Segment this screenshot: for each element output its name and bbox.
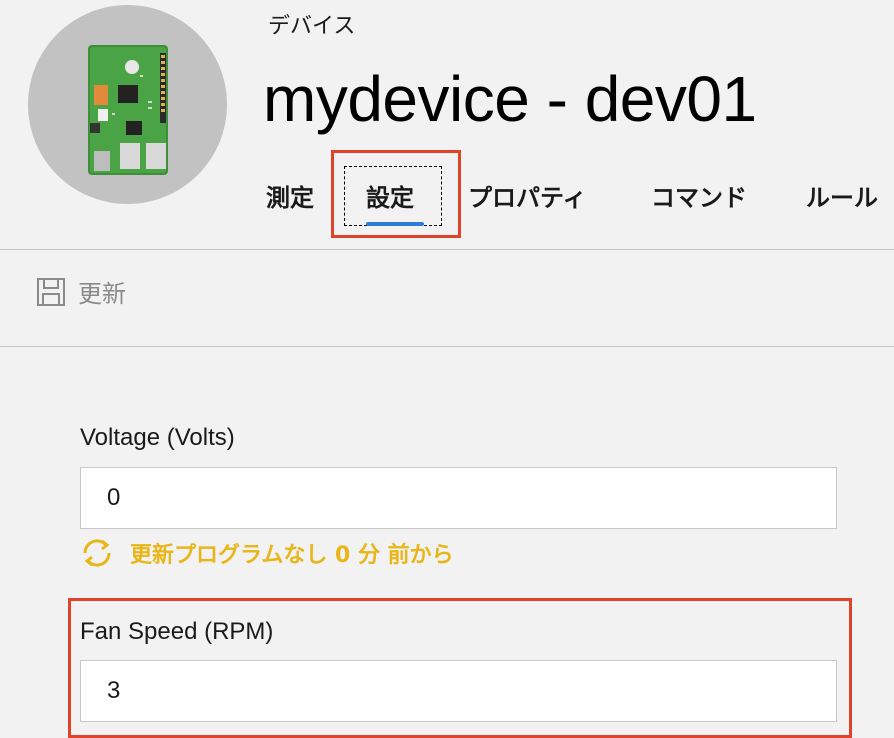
update-button[interactable]: 更新	[36, 274, 126, 309]
tab-rules[interactable]: ルール	[806, 178, 878, 218]
tab-properties[interactable]: プロパティ	[468, 178, 587, 218]
tab-measurements[interactable]: 測定	[266, 178, 314, 218]
header-divider	[0, 249, 894, 250]
tab-highlight-box	[331, 150, 461, 238]
device-avatar	[28, 5, 227, 204]
sync-status-text: 更新プログラムなし 0 分 前から	[130, 543, 454, 568]
sync-status: 更新プログラムなし 0 分 前から	[80, 536, 454, 570]
update-button-label: 更新	[78, 280, 126, 308]
tab-commands[interactable]: コマンド	[651, 178, 747, 218]
page-category: デバイス	[268, 14, 356, 39]
sync-icon	[83, 539, 111, 567]
field-highlight-box	[68, 598, 852, 738]
voltage-input[interactable]: 0	[80, 467, 837, 529]
raspberry-pi-board-icon	[88, 45, 168, 175]
voltage-label: Voltage (Volts)	[80, 424, 235, 451]
toolbar-divider	[0, 346, 894, 347]
page-title: mydevice - dev01	[263, 63, 757, 135]
save-icon	[37, 277, 65, 306]
